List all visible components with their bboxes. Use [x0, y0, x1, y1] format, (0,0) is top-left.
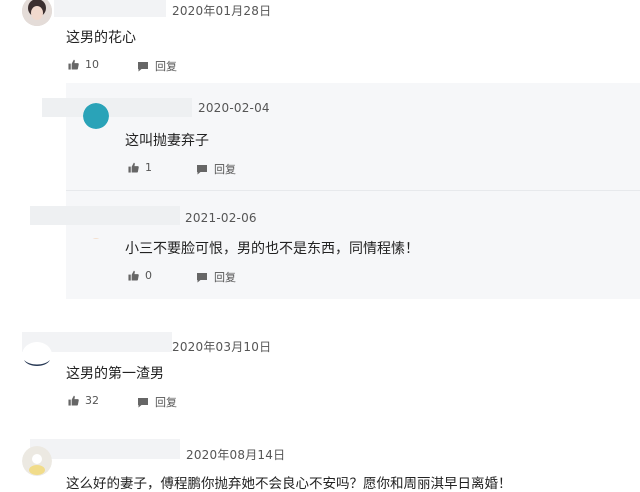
reply-button[interactable]: 回复	[196, 269, 236, 285]
like-count: 1	[145, 161, 152, 174]
speech-bubble-icon	[197, 272, 207, 282]
thumbs-up-icon	[68, 59, 79, 70]
reply-label: 回复	[155, 60, 177, 73]
reply-label: 回复	[155, 396, 177, 409]
thumbs-up-icon	[128, 270, 139, 281]
reply-button[interactable]: 回复	[196, 161, 236, 177]
reply-date: 2020-02-04	[198, 101, 270, 115]
username-redacted	[30, 206, 180, 225]
speech-bubble-icon	[197, 164, 207, 174]
speech-bubble-icon	[138, 61, 148, 71]
reply-item: 2021-02-06 小三不要脸可恨，男的也不是东西，同情程愫！ 0 回复	[0, 191, 640, 299]
like-button[interactable]: 1	[128, 161, 152, 174]
comment-item: 2020年01月28日 这男的花心 10 回复	[0, 0, 640, 82]
comment-text: 这男的花心	[66, 30, 136, 46]
comment-item: 2020年03月10日 这男的第一渣男 32 回复	[0, 330, 640, 425]
reply-label: 回复	[214, 271, 236, 284]
like-count: 10	[85, 58, 99, 71]
thumbs-up-icon	[128, 162, 139, 173]
comment-date: 2020年03月10日	[172, 340, 272, 354]
avatar[interactable]	[22, 0, 52, 26]
speech-bubble-icon	[138, 397, 148, 407]
comment-text: 这男的第一渣男	[66, 366, 164, 382]
reply-date: 2021-02-06	[185, 211, 257, 225]
avatar[interactable]	[83, 103, 109, 129]
username-redacted	[42, 98, 192, 117]
thumbs-up-icon	[68, 395, 79, 406]
like-count: 32	[85, 394, 99, 407]
comment-date: 2020年08月14日	[186, 448, 286, 462]
username-redacted	[30, 439, 180, 459]
avatar[interactable]	[22, 342, 52, 368]
comment-item: 2020年08月14日 这么好的妻子，傅程鹏你抛弃她不会良心不安吗？愿你和周丽淇…	[0, 438, 640, 492]
comment-text: 这么好的妻子，傅程鹏你抛弃她不会良心不安吗？愿你和周丽淇早日离婚！	[66, 476, 512, 492]
reply-button[interactable]: 回复	[137, 58, 177, 74]
avatar[interactable]	[22, 446, 52, 476]
comment-date: 2020年01月28日	[172, 4, 272, 18]
reply-label: 回复	[214, 163, 236, 176]
reply-text: 这叫抛妻弃子	[125, 133, 209, 149]
username-redacted	[54, 0, 166, 17]
avatar[interactable]	[83, 229, 109, 239]
reply-text: 小三不要脸可恨，男的也不是东西，同情程愫！	[125, 241, 419, 257]
like-button[interactable]: 32	[68, 394, 99, 407]
reply-item: 2020-02-04 这叫抛妻弃子 1 回复	[0, 83, 640, 190]
like-button[interactable]: 10	[68, 58, 99, 71]
reply-button[interactable]: 回复	[137, 394, 177, 410]
like-button[interactable]: 0	[128, 269, 152, 282]
like-count: 0	[145, 269, 152, 282]
